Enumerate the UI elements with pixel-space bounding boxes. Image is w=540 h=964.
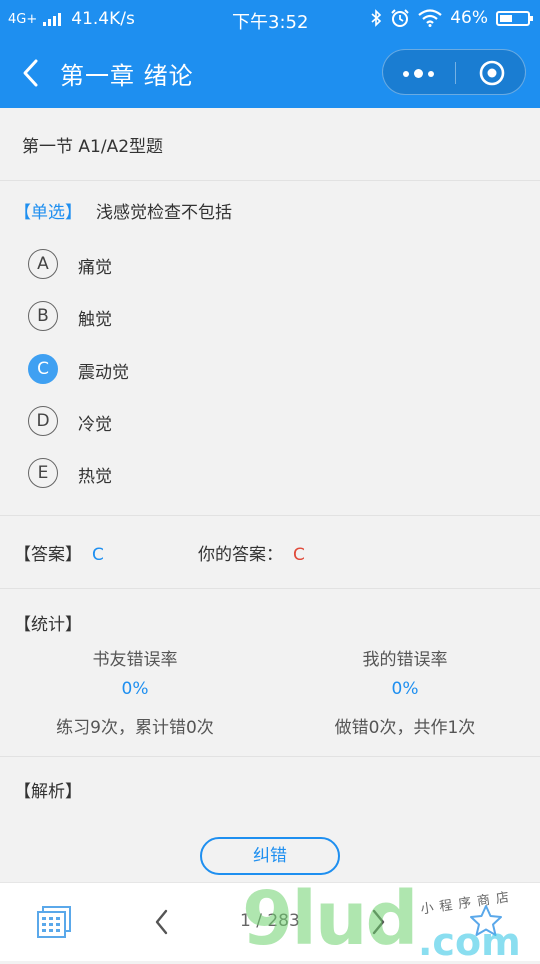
status-time: 下午3:52 xyxy=(232,12,309,33)
answer-value: C xyxy=(92,545,104,565)
your-answer: 你的答案： C xyxy=(198,540,305,565)
back-button[interactable] xyxy=(18,56,46,90)
option-letter-selected: C xyxy=(28,354,58,384)
network-type: 4G+ xyxy=(8,11,38,27)
option-text: 痛觉 xyxy=(78,258,112,278)
wifi-icon xyxy=(418,9,442,27)
divider xyxy=(0,588,540,589)
question: 【单选】 浅感觉检查不包括 xyxy=(14,198,232,223)
bottom-bar: 1 / 283 xyxy=(0,882,540,961)
status-bar: 4G+ 41.4K/s 下午3:52 46% xyxy=(0,0,540,38)
option-letter: A xyxy=(28,249,58,279)
stats-heading: 【统计】 xyxy=(14,615,82,635)
status-right: 46% xyxy=(370,8,533,28)
alarm-icon xyxy=(391,9,409,27)
your-answer-label: 你的答案： xyxy=(198,545,283,565)
question-list-button[interactable] xyxy=(36,905,72,939)
option-c[interactable]: C 震动觉 xyxy=(28,352,328,388)
back-icon xyxy=(23,59,38,87)
correct-answer: 【答案】 C xyxy=(14,540,104,565)
status-left: 4G+ 41.4K/s xyxy=(8,9,135,29)
report-error-button[interactable]: 纠错 xyxy=(200,837,340,875)
prev-question-button[interactable] xyxy=(150,907,174,937)
question-text: 浅感觉检查不包括 xyxy=(96,203,232,223)
option-text: 震动觉 xyxy=(78,363,129,383)
option-a[interactable]: A 痛觉 xyxy=(28,247,328,283)
section-title: 第一节 A1/A2型题 xyxy=(22,137,164,157)
next-icon xyxy=(372,909,385,935)
more-button[interactable] xyxy=(383,50,455,96)
answer-label: 【答案】 xyxy=(14,545,82,565)
page-title: 第一章 绪论 xyxy=(60,62,194,90)
network-speed: 41.4K/s xyxy=(71,9,135,29)
battery-icon xyxy=(496,10,533,26)
friends-error-rate: 0% xyxy=(121,679,149,699)
my-error-label: 我的错误率 xyxy=(362,650,448,670)
option-letter: E xyxy=(28,458,58,488)
close-target-icon xyxy=(479,60,505,86)
option-e[interactable]: E 热觉 xyxy=(28,456,328,492)
friends-practice-note: 练习9次，累计错0次 xyxy=(56,718,214,738)
mini-program-capsule xyxy=(382,49,526,95)
divider xyxy=(0,180,540,181)
option-text: 热觉 xyxy=(78,467,112,487)
divider xyxy=(0,515,540,516)
friends-stats: 书友错误率 0% 练习9次，累计错0次 xyxy=(0,645,270,738)
nav-bar: 第一章 绪论 xyxy=(0,38,540,108)
more-icon xyxy=(403,69,434,78)
option-text: 触觉 xyxy=(78,310,112,330)
favorite-button[interactable] xyxy=(468,903,504,939)
friends-error-label: 书友错误率 xyxy=(92,650,178,670)
page-indicator: 1 / 283 xyxy=(240,911,300,931)
question-type: 【单选】 xyxy=(14,203,82,223)
next-question-button[interactable] xyxy=(366,907,390,937)
battery-level xyxy=(500,14,512,22)
option-letter: B xyxy=(28,301,58,331)
my-stats: 我的错误率 0% 做错0次，共作1次 xyxy=(270,645,540,738)
signal-icon xyxy=(43,12,62,26)
top-bar: 4G+ 41.4K/s 下午3:52 46% 第一章 绪论 xyxy=(0,0,540,108)
your-answer-value: C xyxy=(293,545,305,565)
option-b[interactable]: B 触觉 xyxy=(28,299,328,335)
option-letter: D xyxy=(28,406,58,436)
grid-icon xyxy=(37,906,71,938)
option-text: 冷觉 xyxy=(78,415,112,435)
my-practice-note: 做错0次，共作1次 xyxy=(334,718,476,738)
close-button[interactable] xyxy=(456,50,527,96)
divider xyxy=(0,756,540,757)
star-icon xyxy=(470,905,502,936)
bluetooth-icon xyxy=(371,9,382,27)
analysis-heading: 【解析】 xyxy=(14,782,82,802)
battery-percent: 46% xyxy=(450,8,488,28)
my-error-rate: 0% xyxy=(391,679,419,699)
prev-icon xyxy=(155,909,168,935)
option-d[interactable]: D 冷觉 xyxy=(28,404,328,440)
